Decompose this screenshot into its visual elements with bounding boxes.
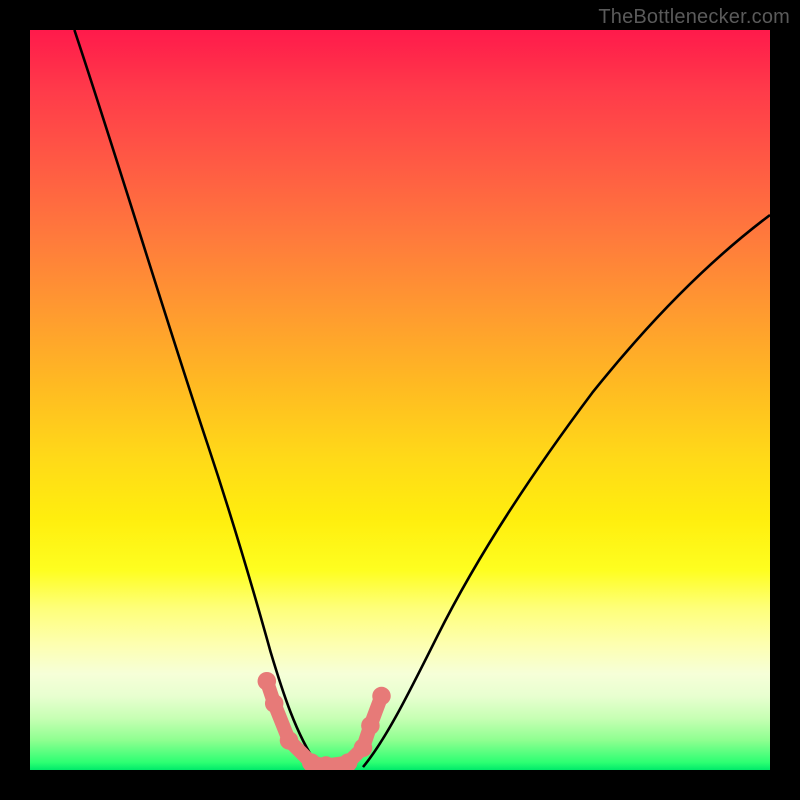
marker-dot (280, 731, 299, 750)
marker-dot (258, 672, 277, 691)
right-curve (363, 215, 770, 767)
marker-dot (372, 687, 391, 706)
marker-dot (265, 694, 284, 713)
marker-dot (361, 716, 380, 735)
outer-frame: TheBottlenecker.com (0, 0, 800, 800)
plot-area (30, 30, 770, 770)
marker-dot (354, 739, 373, 758)
chart-svg (30, 30, 770, 770)
attribution-text: TheBottlenecker.com (598, 6, 790, 29)
left-curve (74, 30, 318, 766)
